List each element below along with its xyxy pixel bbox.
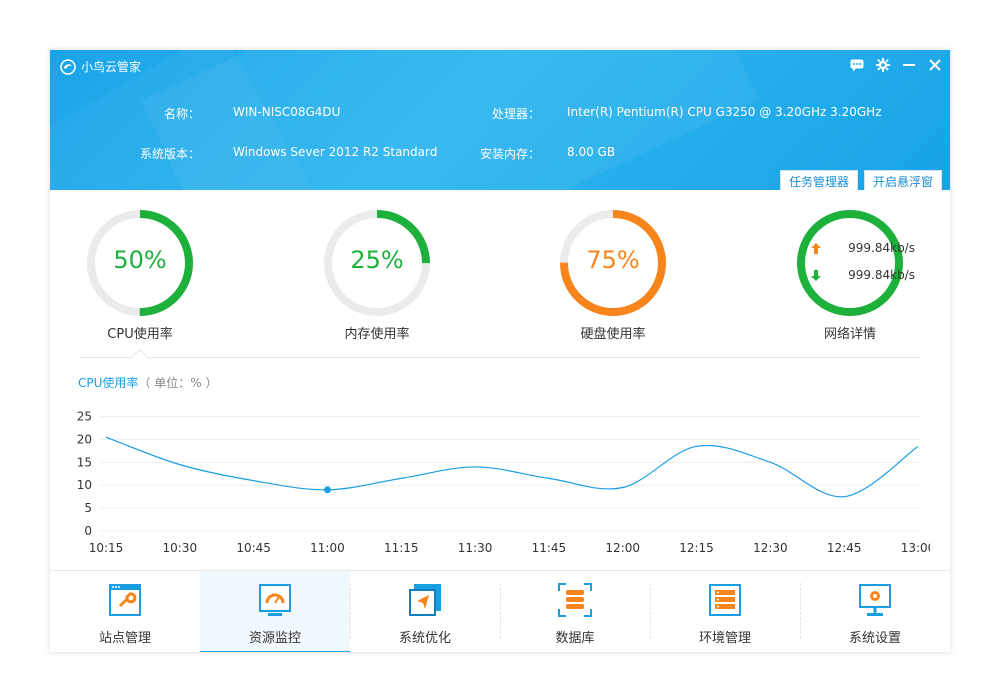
header-actions: 任务管理器 开启悬浮窗 — [779, 170, 942, 190]
float-window-button[interactable]: 开启悬浮窗 — [863, 170, 942, 190]
minimize-icon[interactable] — [900, 56, 918, 74]
disk-label: 硬盘使用率 — [580, 327, 646, 342]
section-divider — [80, 357, 920, 358]
nav-database[interactable]: 数据库 — [500, 571, 650, 652]
upload-arrow-icon — [810, 242, 821, 254]
system-optimize-icon — [409, 584, 441, 616]
y-tick-label: 5 — [84, 501, 92, 515]
cpu-gauge[interactable]: 50% CPU使用率 — [75, 208, 205, 342]
x-tick-label: 12:30 — [753, 541, 788, 555]
resource-monitor-icon — [259, 584, 291, 616]
system-settings-icon — [859, 584, 891, 616]
x-tick-label: 10:30 — [163, 541, 198, 555]
cpu-percent: 50% — [113, 246, 167, 274]
bottom-navigation: 站点管理 资源监控 系统优化 数据库 环境管理 系统设置 — [50, 570, 950, 652]
nav-environment[interactable]: 环境管理 — [650, 571, 800, 652]
gear-icon[interactable] — [874, 56, 892, 74]
upload-speed-value: 999.84kb/s — [848, 241, 915, 255]
y-tick-label: 25 — [77, 410, 92, 424]
nav-resource-monitor[interactable]: 资源监控 — [200, 571, 350, 652]
processor-label: 处理器： — [491, 107, 540, 121]
x-tick-label: 11:30 — [458, 541, 493, 555]
logo-icon — [60, 58, 76, 75]
network-gauge[interactable]: 999.84kb/s 999.84kb/s 网络详情 — [785, 208, 915, 342]
close-icon[interactable] — [926, 56, 944, 74]
x-tick-label: 11:00 — [310, 541, 345, 555]
header-banner: 小鸟云管家 名称： WIN-NISC08G4DU 处理器： Inter(R) P… — [50, 50, 950, 190]
task-manager-button[interactable]: 任务管理器 — [779, 170, 858, 190]
x-tick-label: 10:45 — [236, 541, 271, 555]
disk-percent: 75% — [586, 246, 640, 274]
database-icon — [558, 583, 592, 617]
network-label: 网络详情 — [823, 327, 876, 342]
x-tick-label: 11:15 — [384, 541, 419, 555]
environment-icon — [709, 584, 741, 616]
processor-value: Inter(R) Pentium(R) CPU G3250 @ 3.20GHz … — [567, 105, 882, 119]
app-title-bar: 小鸟云管家 — [60, 58, 141, 75]
chart-unit: （ 单位：% ） — [138, 376, 218, 390]
nav-database-label: 数据库 — [555, 631, 595, 646]
download-arrow-icon — [810, 269, 821, 281]
data-point[interactable] — [323, 486, 331, 494]
site-management-icon — [109, 584, 141, 616]
y-tick-label: 15 — [77, 455, 92, 469]
memory-percent: 25% — [350, 246, 404, 274]
system-name-label: 名称： — [163, 107, 200, 121]
network-ring — [797, 210, 903, 316]
chart-title-text: CPU使用率 — [78, 376, 139, 390]
nav-site-management[interactable]: 站点管理 — [50, 571, 200, 652]
download-speed: 999.84kb/s — [785, 268, 915, 282]
memory-label: 内存使用率 — [344, 327, 410, 342]
app-title: 小鸟云管家 — [81, 60, 142, 74]
x-tick-label: 13:00 — [901, 541, 930, 555]
memory-label: 安装内存： — [479, 147, 540, 161]
cpu-series-line — [105, 436, 919, 498]
chart-title: CPU使用率（ 单位：% ） — [78, 374, 217, 391]
window-controls — [848, 56, 944, 74]
memory-value: 8.00 GB — [567, 145, 616, 159]
memory-gauge[interactable]: 25% 内存使用率 — [312, 208, 442, 342]
nav-system-settings-label: 系统设置 — [848, 631, 901, 646]
app-window: 小鸟云管家 名称： WIN-NISC08G4DU 处理器： Inter(R) P… — [50, 50, 950, 652]
chat-icon[interactable] — [848, 56, 866, 74]
system-name-value: WIN-NISC08G4DU — [233, 105, 341, 119]
cpu-usage-line-chart: 0 5 10 15 20 25 10:15 10:30 10:45 11:00 11:15 11:30… — [77, 410, 930, 555]
nav-resource-monitor-label: 资源监控 — [248, 631, 301, 646]
gauge-panel: 50% CPU使用率 25% 内存使用率 75% 硬盘使用率 999.84kb/… — [50, 190, 950, 358]
y-tick-label: 10 — [77, 478, 92, 492]
x-tick-label: 10:15 — [89, 541, 124, 555]
disk-gauge[interactable]: 75% 硬盘使用率 — [548, 208, 678, 342]
nav-system-optimize[interactable]: 系统优化 — [350, 571, 500, 652]
nav-site-management-label: 站点管理 — [98, 631, 151, 646]
os-version-label: 系统版本： — [139, 147, 200, 161]
y-tick-label: 20 — [77, 432, 92, 446]
nav-system-settings[interactable]: 系统设置 — [800, 571, 950, 652]
download-speed-value: 999.84kb/s — [848, 268, 915, 282]
nav-system-optimize-label: 系统优化 — [398, 631, 451, 646]
upload-speed: 999.84kb/s — [785, 241, 915, 255]
cpu-label: CPU使用率 — [107, 327, 173, 342]
y-tick-label: 0 — [84, 524, 92, 538]
x-tick-label: 12:45 — [827, 541, 862, 555]
x-tick-label: 12:15 — [679, 541, 714, 555]
nav-environment-label: 环境管理 — [698, 631, 751, 646]
x-tick-label: 11:45 — [532, 541, 567, 555]
x-tick-label: 12:00 — [605, 541, 640, 555]
os-version-value: Windows Sever 2012 R2 Standard — [233, 145, 438, 159]
